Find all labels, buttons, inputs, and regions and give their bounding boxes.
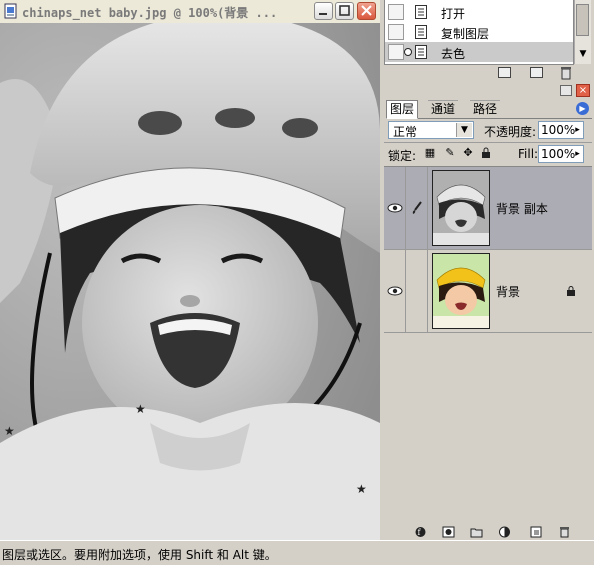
image-document-window: chinaps_net baby.jpg @ 100%(背景 ... ★ ★ ★ [0,0,380,540]
tab-channels[interactable]: 通道 [428,100,459,117]
history-state-icon [415,5,427,19]
close-window-button[interactable] [357,2,376,20]
opacity-value: 100% [541,123,576,137]
close-palette-icon[interactable]: × [576,84,590,97]
eye-icon [387,203,403,213]
photoshop-document-icon [4,3,17,19]
close-icon [361,5,372,16]
history-footer [384,64,590,82]
lock-transparency-icon[interactable]: ▦ [424,147,436,159]
status-text: 图层或选区。要用附加选项，使用 Shift 和 Alt 键。 [2,548,277,562]
scrollbar-thumb[interactable] [576,4,589,36]
baby-photo-grayscale: ★ ★ ★ [0,13,380,540]
layer-visibility-toggle[interactable] [384,167,406,249]
eye-icon [387,286,403,296]
new-document-from-state-icon[interactable] [498,67,511,78]
history-panel: 打开 复制图层 去色 ▼ [382,0,594,82]
layer-row-background-copy[interactable]: 背景 副本 [384,167,592,250]
layer-style-icon[interactable]: f [414,526,427,538]
minimize-button[interactable] [314,2,333,20]
layer-thumb-image [433,171,489,245]
history-snapshot-checkbox[interactable] [388,24,404,40]
image-canvas[interactable]: ★ ★ ★ [0,13,380,540]
layer-name[interactable]: 背景 副本 [496,200,548,217]
layer-list: 背景 副本 背景 [384,166,592,525]
opacity-field[interactable]: 100% ▸ [538,121,584,139]
minimize-palette-icon[interactable] [560,85,572,96]
history-state-icon [415,25,427,39]
palette-tabs: 图层 通道 路径 ▶ [386,100,592,119]
history-snapshot-checkbox[interactable] [388,4,404,20]
add-layer-mask-icon[interactable] [442,526,455,538]
new-layer-icon[interactable] [530,526,543,538]
divider [384,142,592,143]
layers-panel: × 图层 通道 路径 ▶ 正常 ▼ 不透明度: 100% ▸ 锁定: ▦ ✎ ✥… [382,84,594,540]
history-item-duplicate-layer[interactable]: 复制图层 [385,22,573,42]
history-scrollbar[interactable]: ▼ [574,0,591,64]
svg-text:★: ★ [135,402,146,416]
tab-layers[interactable]: 图层 [386,100,419,119]
delete-layer-trash-icon[interactable] [558,526,571,538]
trash-icon[interactable] [560,66,572,80]
opacity-label: 不透明度: [484,125,537,139]
tab-paths[interactable]: 路径 [470,100,501,117]
maximize-icon [339,5,350,16]
new-snapshot-icon[interactable] [530,67,543,78]
layer-link-toggle[interactable] [406,167,428,249]
fill-slider-arrow-icon[interactable]: ▸ [573,147,582,161]
layers-footer: f [384,524,592,540]
layer-thumb-image [433,254,489,328]
layer-visibility-toggle[interactable] [384,250,406,332]
layer-name[interactable]: 背景 [496,283,520,300]
lock-position-icon[interactable]: ✥ [462,147,474,159]
scroll-down-arrow-icon[interactable]: ▼ [577,48,589,61]
history-item-label: 复制图层 [441,27,490,41]
layer-row-background[interactable]: 背景 [384,250,592,333]
lock-label: 锁定: [388,149,417,163]
fill-field[interactable]: 100% ▸ [538,145,584,163]
history-state-icon [415,45,427,59]
history-brush-source-icon [404,48,412,56]
fill-value: 100% [541,147,576,161]
layer-link-toggle[interactable] [406,250,428,332]
palette-title-bar[interactable]: × [382,84,594,98]
lock-all-icon[interactable] [480,147,492,159]
layer-lock-icon [567,286,575,296]
layer-thumbnail-grayscale [432,170,490,246]
blend-mode-value: 正常 [393,125,418,139]
status-bar: 图层或选区。要用附加选项，使用 Shift 和 Alt 键。 [0,540,594,565]
svg-text:★: ★ [356,482,367,496]
maximize-button[interactable] [335,2,354,20]
document-title-bar[interactable]: chinaps_net baby.jpg @ 100%(背景 ... [0,0,380,24]
opacity-slider-arrow-icon[interactable]: ▸ [573,123,582,137]
minimize-icon [319,13,327,15]
new-adjustment-layer-icon[interactable] [498,526,511,538]
palette-menu-arrow-icon[interactable]: ▶ [576,102,589,115]
history-snapshot-checkbox[interactable] [388,44,404,60]
lock-image-pixels-icon[interactable]: ✎ [444,147,456,159]
fill-label: Fill: [518,147,539,161]
history-item-desaturate[interactable]: 去色 [385,42,573,62]
history-item-open[interactable]: 打开 [385,2,573,22]
document-title: chinaps_net baby.jpg @ 100%(背景 ... [22,6,278,20]
svg-text:★: ★ [4,424,15,438]
new-layer-set-folder-icon[interactable] [470,526,483,538]
history-list: 打开 复制图层 去色 [384,0,574,65]
blend-mode-select[interactable]: 正常 ▼ [388,121,474,139]
history-item-label: 去色 [441,47,466,61]
chevron-down-icon[interactable]: ▼ [456,123,472,137]
paintbrush-icon [412,201,422,214]
history-item-label: 打开 [441,7,466,21]
layer-thumbnail-color [432,253,490,329]
